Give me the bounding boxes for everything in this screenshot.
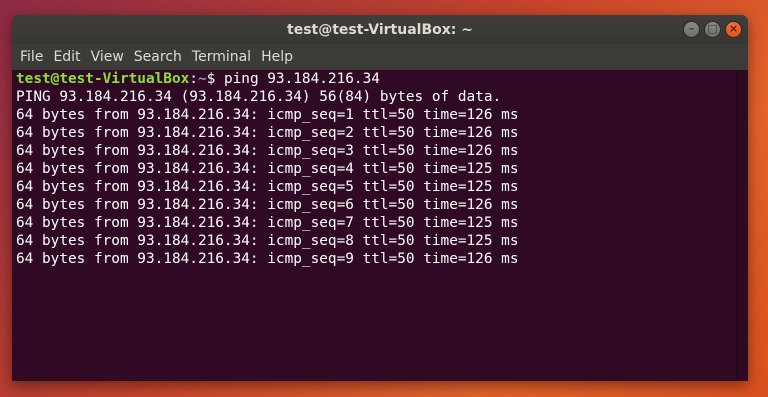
menu-terminal[interactable]: Terminal	[187, 44, 256, 70]
menu-file[interactable]: File	[15, 44, 48, 70]
output-line: 64 bytes from 93.184.216.34: icmp_seq=6 …	[16, 197, 519, 213]
close-button[interactable]: ×	[725, 21, 742, 38]
terminal-scrollbar[interactable]	[737, 70, 748, 381]
output-line: 64 bytes from 93.184.216.34: icmp_seq=9 …	[16, 251, 519, 267]
output-line: 64 bytes from 93.184.216.34: icmp_seq=8 …	[16, 233, 519, 249]
menu-view[interactable]: View	[86, 44, 129, 70]
command-prompt-line: test@test-VirtualBox:~$ ping 93.184.216.…	[16, 70, 738, 88]
output-line: 64 bytes from 93.184.216.34: icmp_seq=7 …	[16, 215, 519, 231]
output-line: 64 bytes from 93.184.216.34: icmp_seq=5 …	[16, 179, 519, 195]
menu-search[interactable]: Search	[129, 44, 187, 70]
output-line: 64 bytes from 93.184.216.34: icmp_seq=2 …	[16, 125, 519, 141]
output-line: 64 bytes from 93.184.216.34: icmp_seq=3 …	[16, 143, 519, 159]
window-controls: – □ ×	[683, 21, 742, 38]
output-line: PING 93.184.216.34 (93.184.216.34) 56(84…	[16, 89, 502, 105]
prompt-symbol: $	[206, 71, 224, 87]
window-title: test@test-VirtualBox: ~	[287, 22, 473, 38]
maximize-button[interactable]: □	[704, 21, 721, 38]
prompt-user-host: test@test-VirtualBox	[16, 71, 190, 87]
output-line: 64 bytes from 93.184.216.34: icmp_seq=1 …	[16, 107, 519, 123]
terminal-window: test@test-VirtualBox: ~ – □ × File Edit …	[12, 15, 748, 381]
menu-edit[interactable]: Edit	[48, 44, 85, 70]
title-bar[interactable]: test@test-VirtualBox: ~ – □ ×	[12, 15, 748, 44]
output-line: 64 bytes from 93.184.216.34: icmp_seq=4 …	[16, 161, 519, 177]
minimize-button[interactable]: –	[683, 21, 700, 38]
prompt-command: ping 93.184.216.34	[223, 71, 380, 87]
menu-help[interactable]: Help	[256, 44, 298, 70]
terminal-output-area[interactable]: test@test-VirtualBox:~$ ping 93.184.216.…	[12, 70, 738, 381]
prompt-path: ~	[197, 71, 207, 87]
menu-bar: File Edit View Search Terminal Help	[12, 44, 748, 70]
prompt-separator: :	[189, 71, 198, 87]
